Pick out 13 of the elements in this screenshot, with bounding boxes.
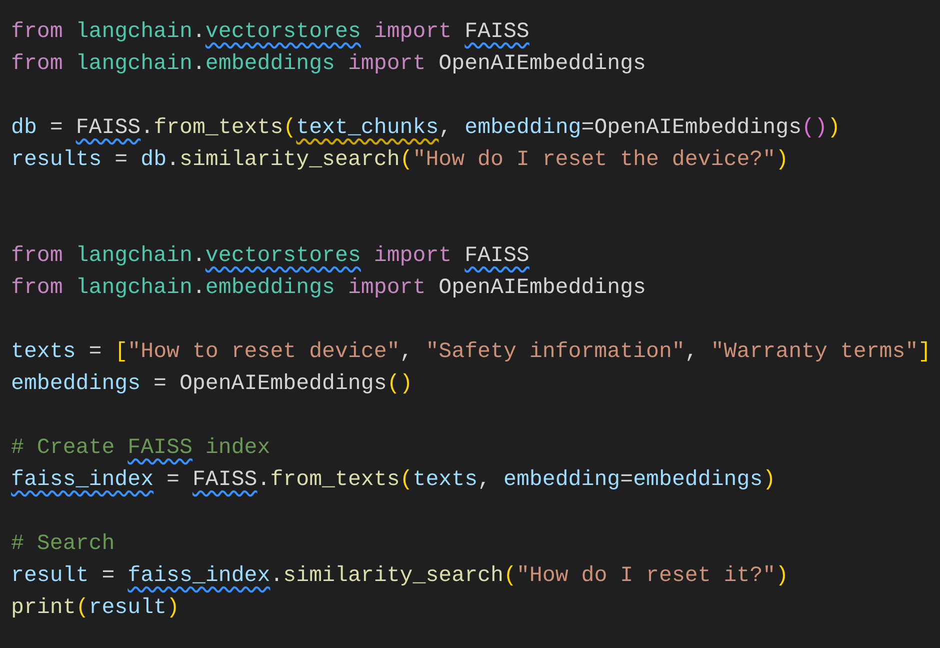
code-line: from langchain.embeddings import OpenAIEmbeddings xyxy=(11,276,646,300)
code-line: texts = ["How to reset device", "Safety information", "Warranty terms"] xyxy=(11,340,932,364)
code-line: from langchain.embeddings import OpenAIEmbeddings xyxy=(11,52,646,76)
code-line: print(result) xyxy=(11,596,180,620)
code-line: db = FAISS.from_texts(text_chunks, embedding=OpenAIEmbeddings()) xyxy=(11,116,840,140)
code-line: # Create FAISS index xyxy=(11,436,270,460)
code-line: embeddings = OpenAIEmbeddings() xyxy=(11,372,413,396)
code-line: from langchain.vectorstores import FAISS xyxy=(11,244,530,268)
code-line: results = db.similarity_search("How do I reset the device?") xyxy=(11,148,789,172)
code-line: result = faiss_index.similarity_search("How do I reset it?") xyxy=(11,564,789,588)
code-line: # Search xyxy=(11,532,115,556)
code-line: faiss_index = FAISS.from_texts(texts, embedding=embeddings) xyxy=(11,468,776,492)
code-line: from langchain.vectorstores import FAISS xyxy=(11,20,530,44)
